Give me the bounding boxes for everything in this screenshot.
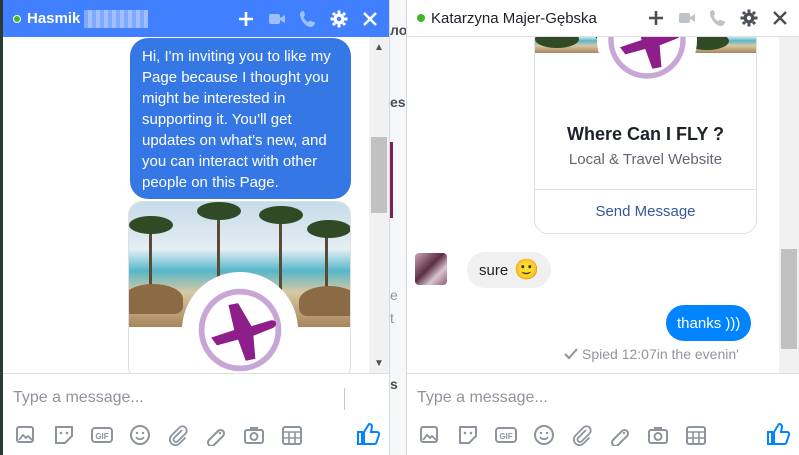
checkmark-icon xyxy=(564,348,578,360)
plan-icon[interactable] xyxy=(279,422,304,447)
scroll-up-arrow[interactable]: ▲ xyxy=(369,39,389,55)
image-icon[interactable] xyxy=(13,422,38,447)
background-text-fragment: es xyxy=(390,94,406,110)
video-camera-icon[interactable] xyxy=(265,7,288,30)
avatar[interactable] xyxy=(415,253,447,285)
chat-header[interactable]: Hasmik xyxy=(3,0,389,37)
page-invite-card[interactable] xyxy=(128,201,351,373)
scroll-thumb[interactable] xyxy=(371,137,387,213)
game-icon[interactable] xyxy=(203,422,228,447)
close-icon[interactable] xyxy=(358,7,381,30)
emoji-icon[interactable] xyxy=(127,422,152,447)
message-input[interactable] xyxy=(13,384,313,412)
camera-icon[interactable] xyxy=(645,422,670,447)
message-list: Where Can I FLY ? Local & Travel Website… xyxy=(407,37,799,373)
composer-tools: GIF xyxy=(417,422,708,447)
video-camera-icon[interactable] xyxy=(675,7,698,30)
messenger-desktop: ло es e t s Hasmik Hi, I'm inviting you … xyxy=(0,0,799,455)
seen-status-text: Spied 12:07in the evenin' xyxy=(582,346,739,362)
scroll-thumb[interactable] xyxy=(781,249,797,349)
page-title[interactable]: Where Can I FLY ? xyxy=(535,124,756,145)
text-cursor xyxy=(344,388,350,410)
header-actions xyxy=(644,7,791,30)
message-scrollbar[interactable]: ▲ ▼ xyxy=(369,37,389,373)
redacted-surname xyxy=(84,9,149,28)
contact-name[interactable]: Hasmik xyxy=(27,10,80,27)
message-text: sure xyxy=(479,261,509,279)
emoji-icon[interactable] xyxy=(531,422,556,447)
chat-window-katarzyna: Katarzyna Majer-Gębska Where Can I FLY ?… xyxy=(406,0,799,455)
attach-icon[interactable] xyxy=(165,422,190,447)
outgoing-message[interactable]: thanks ))) xyxy=(666,305,752,341)
background-image-fragment xyxy=(390,142,393,218)
plus-icon[interactable] xyxy=(234,7,257,30)
background-text-fragment: e xyxy=(390,287,398,303)
background-text-fragment: t xyxy=(390,310,394,326)
gif-icon[interactable]: GIF xyxy=(493,422,518,447)
gear-icon[interactable] xyxy=(737,7,760,30)
message-scrollbar[interactable] xyxy=(779,37,799,373)
chat-header[interactable]: Katarzyna Majer-Gębska xyxy=(407,0,799,37)
header-actions xyxy=(234,7,381,30)
contact-name[interactable]: Katarzyna Majer-Gębska xyxy=(431,10,597,27)
gif-icon[interactable]: GIF xyxy=(89,422,114,447)
online-status-dot xyxy=(417,14,425,22)
sticker-icon[interactable] xyxy=(455,422,480,447)
background-text-fragment: ло xyxy=(390,22,408,38)
sticker-icon[interactable] xyxy=(51,422,76,447)
online-status-dot xyxy=(13,14,21,23)
close-icon[interactable] xyxy=(768,7,791,30)
page-logo xyxy=(597,37,697,90)
chat-window-hasmik: Hasmik Hi, I'm inviting you to like my P… xyxy=(3,0,390,455)
scroll-down-arrow[interactable]: ▼ xyxy=(369,355,389,371)
page-invite-card[interactable]: Where Can I FLY ? Local & Travel Website… xyxy=(534,37,757,234)
message-list: Hi, I'm inviting you to like my Page bec… xyxy=(3,37,389,373)
message-input[interactable] xyxy=(417,384,717,412)
outgoing-message-invite[interactable]: Hi, I'm inviting you to like my Page bec… xyxy=(130,38,351,199)
svg-text:GIF: GIF xyxy=(499,432,512,441)
page-background-gap: ло es e t s xyxy=(390,0,408,455)
thumbs-up-icon[interactable] xyxy=(355,421,381,447)
gear-icon[interactable] xyxy=(327,7,350,30)
seen-status: Spied 12:07in the evenin' xyxy=(564,346,739,362)
smile-emoji-icon: 🙂 xyxy=(514,259,540,281)
attach-icon[interactable] xyxy=(569,422,594,447)
svg-text:GIF: GIF xyxy=(95,432,108,441)
message-composer: GIF xyxy=(407,373,799,455)
send-message-button[interactable]: Send Message xyxy=(535,203,756,220)
phone-icon[interactable] xyxy=(296,7,319,30)
game-icon[interactable] xyxy=(607,422,632,447)
thumbs-up-icon[interactable] xyxy=(765,421,791,447)
incoming-message[interactable]: sure 🙂 xyxy=(467,252,552,288)
image-icon[interactable] xyxy=(417,422,442,447)
page-category: Local & Travel Website xyxy=(568,151,723,168)
phone-icon[interactable] xyxy=(706,7,729,30)
camera-icon[interactable] xyxy=(241,422,266,447)
plan-icon[interactable] xyxy=(683,422,708,447)
composer-tools: GIF xyxy=(13,422,304,447)
card-divider xyxy=(535,189,756,190)
background-text-fragment: s xyxy=(390,376,398,392)
message-composer: GIF xyxy=(3,373,389,455)
plus-icon[interactable] xyxy=(644,7,667,30)
